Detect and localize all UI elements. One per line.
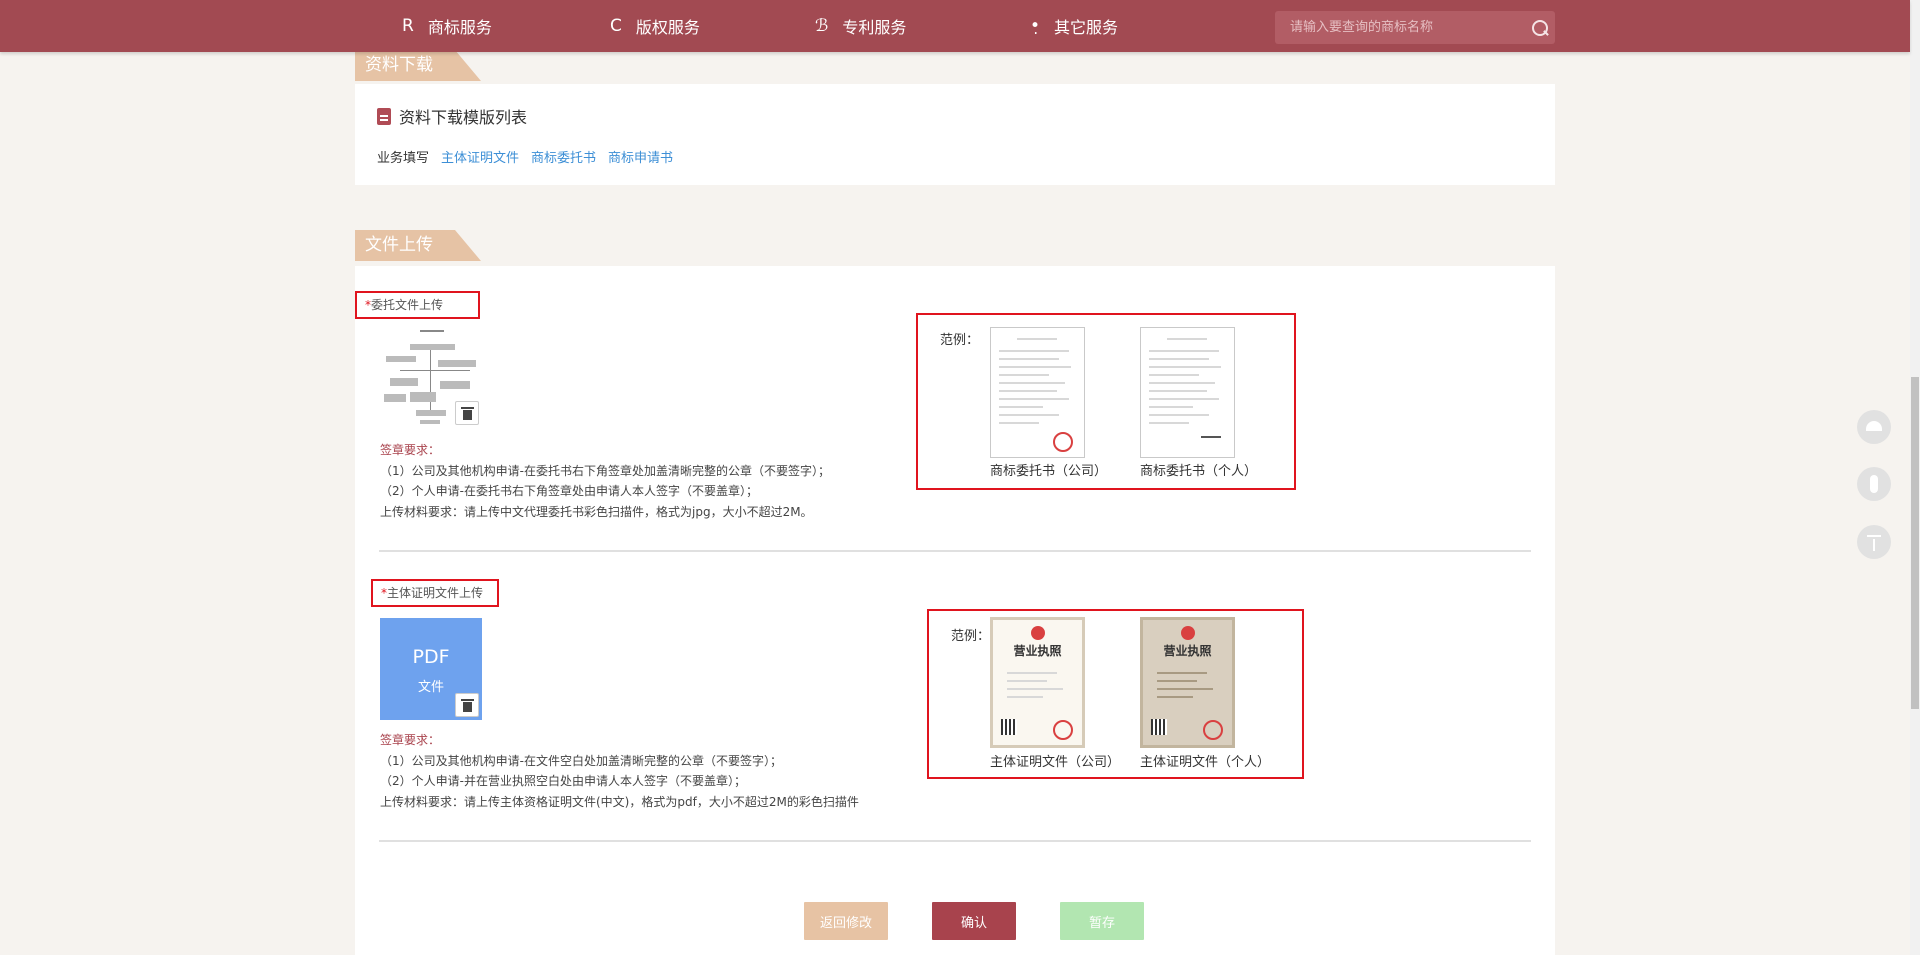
identity-file-thumbnail[interactable]: PDF 文件 bbox=[380, 618, 482, 720]
nav-label: 商标服务 bbox=[427, 18, 492, 37]
divider bbox=[379, 840, 1531, 842]
customer-service-icon[interactable] bbox=[1857, 410, 1891, 444]
delegation-example-box: 范例： 商标委托书（公司） 商标委托书（个人） bbox=[916, 313, 1296, 490]
nav-label: 其它服务 bbox=[1054, 18, 1119, 37]
link-identity-doc[interactable]: 主体证明文件 bbox=[441, 147, 519, 166]
nav-copyright-service[interactable]: C 版权服务 bbox=[610, 0, 700, 52]
business-fill-label: 业务填写 bbox=[377, 151, 430, 166]
search-icon[interactable] bbox=[1523, 11, 1555, 44]
dots-icon: •̣ bbox=[1030, 16, 1041, 36]
sample-delegation-company[interactable] bbox=[990, 327, 1085, 458]
patent-icon: ℬ bbox=[815, 16, 829, 36]
link-trademark-application[interactable]: 商标申请书 bbox=[608, 147, 673, 166]
delete-icon[interactable] bbox=[455, 401, 479, 425]
example-caption: 商标委托书（个人） bbox=[1140, 464, 1258, 479]
page-scrollbar[interactable] bbox=[1910, 0, 1920, 955]
confirm-button[interactable]: 确认 bbox=[932, 902, 1016, 940]
top-nav: R 商标服务 C 版权服务 ℬ 专利服务 •̣ 其它服务 bbox=[0, 0, 1910, 52]
scrollbar-thumb[interactable] bbox=[1911, 377, 1919, 709]
download-list-title: 资料下载模版列表 bbox=[377, 104, 527, 128]
save-draft-button[interactable]: 暂存 bbox=[1060, 902, 1144, 940]
example-caption: 主体证明文件（公司） bbox=[990, 755, 1121, 770]
nav-other-service[interactable]: •̣ 其它服务 bbox=[1030, 0, 1118, 52]
delegation-notes: 签章要求： （1）公司及其他机构申请-在委托书右下角签章处加盖清晰完整的公章（不… bbox=[380, 443, 830, 519]
nav-trademark-service[interactable]: R 商标服务 bbox=[402, 0, 492, 52]
delegation-upload-label: *委托文件上传 bbox=[355, 291, 480, 319]
nav-label: 专利服务 bbox=[842, 18, 907, 37]
download-section-tag: 资料下载 bbox=[355, 50, 481, 81]
delegation-file-thumbnail[interactable] bbox=[380, 326, 482, 428]
sample-license-personal[interactable]: 营业执照 bbox=[1140, 617, 1235, 748]
nav-label: 版权服务 bbox=[635, 18, 700, 37]
identity-notes: 签章要求： （1）公司及其他机构申请-在文件空白处加盖清晰完整的公章（不要签字）… bbox=[380, 733, 859, 809]
example-label: 范例： bbox=[940, 333, 980, 348]
identity-upload-label: *主体证明文件上传 bbox=[371, 579, 499, 607]
nav-patent-service[interactable]: ℬ 专利服务 bbox=[815, 0, 906, 52]
feedback-icon[interactable] bbox=[1857, 467, 1891, 501]
sample-license-company[interactable]: 营业执照 bbox=[990, 617, 1085, 748]
example-caption: 主体证明文件（个人） bbox=[1140, 755, 1271, 770]
document-icon bbox=[377, 107, 391, 125]
back-edit-button[interactable]: 返回修改 bbox=[804, 902, 888, 940]
download-list-label: 资料下载模版列表 bbox=[399, 108, 528, 127]
divider bbox=[379, 550, 1531, 552]
delete-icon[interactable] bbox=[455, 693, 479, 717]
download-panel: 资料下载模版列表 业务填写 主体证明文件 商标委托书 商标申请书 bbox=[355, 84, 1555, 185]
trademark-icon: R bbox=[402, 16, 414, 36]
example-label: 范例： bbox=[951, 629, 991, 644]
search-input[interactable] bbox=[1275, 11, 1523, 44]
example-caption: 商标委托书（公司） bbox=[990, 464, 1108, 479]
search-box bbox=[1275, 11, 1555, 44]
download-links-row: 业务填写 主体证明文件 商标委托书 商标申请书 bbox=[377, 147, 673, 166]
link-trademark-delegation[interactable]: 商标委托书 bbox=[531, 147, 596, 166]
back-to-top-icon[interactable] bbox=[1857, 525, 1891, 559]
copyright-icon: C bbox=[610, 16, 622, 36]
sample-delegation-personal[interactable] bbox=[1140, 327, 1235, 458]
identity-example-box: 范例： 营业执照 营业执照 主体证明文件（公司） 主体证明文件（个人） bbox=[927, 609, 1304, 779]
upload-section-tag: 文件上传 bbox=[355, 230, 481, 261]
